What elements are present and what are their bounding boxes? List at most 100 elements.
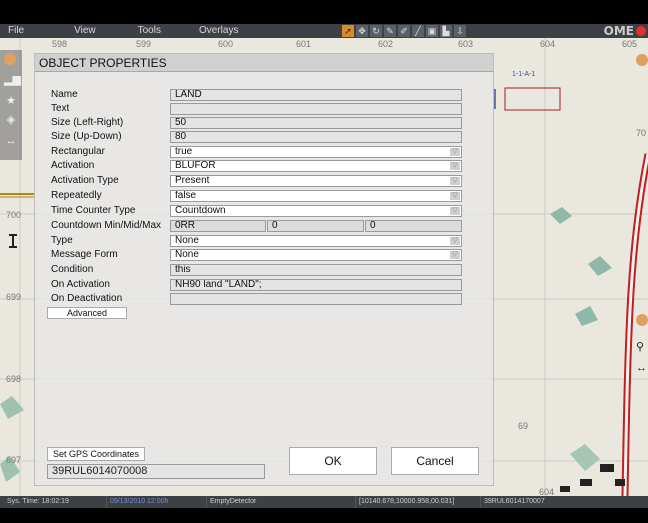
system-time: Sys. Time: 18:02:19: [7, 498, 69, 505]
erase-icon[interactable]: ✐: [398, 25, 410, 37]
chevron-down-icon[interactable]: ▽: [450, 148, 460, 156]
property-label: Condition: [51, 264, 94, 275]
top-black-band: [0, 0, 648, 24]
property-label: Countdown Min/Mid/Max: [51, 220, 162, 231]
property-label: Size (Left-Right): [51, 117, 124, 128]
chevron-down-icon[interactable]: ▽: [450, 177, 460, 185]
time-counter-select[interactable]: Countdown ▽: [170, 205, 462, 217]
on-deactivation-field[interactable]: [170, 293, 462, 305]
repeatedly-select-value: false: [175, 190, 197, 201]
zoom-icon[interactable]: [636, 314, 648, 326]
name-field[interactable]: LAND: [170, 89, 462, 101]
activation-select[interactable]: BLUFOR ▽: [170, 160, 462, 172]
property-row-name: Name LAND: [35, 88, 495, 102]
property-row-time-counter: Time Counter Type Countdown ▽: [35, 204, 495, 218]
line-icon[interactable]: ╱: [412, 25, 424, 37]
grid-label-top: 601: [296, 39, 312, 49]
property-row-text: Text: [35, 102, 495, 116]
grid-label-top: 605: [622, 39, 638, 49]
resize-icon[interactable]: ↔: [4, 134, 18, 148]
compass-icon[interactable]: [636, 54, 648, 66]
chevron-down-icon[interactable]: ▽: [450, 207, 460, 215]
compass-icon[interactable]: [4, 53, 16, 65]
repeatedly-select[interactable]: false ▽: [170, 190, 462, 202]
select-arrow-icon[interactable]: ➚: [342, 25, 354, 37]
property-label: Message Form: [51, 249, 118, 260]
size-up-down-field[interactable]: 80: [170, 131, 462, 143]
countdown-max-field[interactable]: 0: [365, 220, 462, 232]
property-label: Text: [51, 103, 70, 114]
property-label: Activation: [51, 160, 95, 171]
property-label: Name: [51, 89, 78, 100]
property-row-repeatedly: Repeatedly false ▽: [35, 189, 495, 203]
condition-field[interactable]: this: [170, 264, 462, 276]
status-bar: Sys. Time: 18:02:19 09/13/2010 12:00h Em…: [0, 496, 648, 508]
property-row-countdown: Countdown Min/Mid/Max 0RR 0 0: [35, 219, 495, 233]
grid-label-top: 603: [458, 39, 474, 49]
layers-icon[interactable]: ◈: [4, 113, 18, 127]
countdown-mid-field[interactable]: 0: [267, 220, 364, 232]
text-field[interactable]: [170, 103, 462, 115]
on-activation-field[interactable]: NH90 land "LAND";: [170, 279, 462, 291]
size-left-right-field[interactable]: 50: [170, 117, 462, 129]
chevron-down-icon[interactable]: ▽: [450, 237, 460, 245]
mission-date: 09/13/2010 12:00h: [106, 496, 168, 508]
menu-view[interactable]: View: [62, 24, 126, 38]
app-logo: OME: [603, 24, 634, 38]
activation-type-select[interactable]: Present ▽: [170, 175, 462, 187]
menu-tools[interactable]: Tools: [126, 24, 187, 38]
activation-type-select-value: Present: [175, 175, 210, 186]
resize-icon[interactable]: ↔: [636, 362, 647, 374]
unit-marker-label[interactable]: 1-1-A-1: [512, 71, 535, 78]
type-select-value: None: [175, 235, 199, 246]
property-row-size-lr: Size (Left-Right) 50: [35, 116, 495, 130]
star-icon[interactable]: ★: [4, 94, 18, 108]
activation-select-value: BLUFOR: [175, 160, 216, 171]
menu-overlays[interactable]: Overlays: [187, 24, 250, 38]
advanced-button[interactable]: Advanced: [47, 307, 127, 319]
property-label: Rectangular: [51, 146, 105, 157]
property-row-size-ud: Size (Up-Down) 80: [35, 130, 495, 144]
message-form-select[interactable]: None ▽: [170, 249, 462, 261]
export-icon[interactable]: ⇩: [454, 25, 466, 37]
ok-button[interactable]: OK: [289, 447, 377, 475]
move-icon[interactable]: ✥: [356, 25, 368, 37]
type-select[interactable]: None ▽: [170, 235, 462, 247]
menu-file[interactable]: File: [0, 24, 62, 38]
property-label: Size (Up-Down): [51, 131, 122, 142]
grid-label-left: 698: [6, 374, 22, 384]
property-row-activation: Activation BLUFOR ▽: [35, 159, 495, 173]
property-row-type: Type None ▽: [35, 234, 495, 248]
countdown-min-field[interactable]: 0RR: [170, 220, 266, 232]
grid-label-top: 599: [136, 39, 152, 49]
property-row-on-deactivation: On Deactivation: [35, 292, 495, 306]
time-counter-select-value: Countdown: [175, 205, 226, 216]
property-label: On Activation: [51, 279, 110, 290]
dialog-title: OBJECT PROPERTIES: [35, 54, 493, 72]
record-dot-icon: [636, 26, 646, 36]
chart-icon[interactable]: ▂▆: [4, 73, 21, 87]
draw-icon[interactable]: ✎: [384, 25, 396, 37]
chevron-down-icon[interactable]: ▽: [450, 162, 460, 170]
grid-label-left: 697: [6, 455, 22, 465]
property-row-activation-type: Activation Type Present ▽: [35, 174, 495, 188]
rectangular-select[interactable]: true ▽: [170, 146, 462, 158]
chevron-down-icon[interactable]: ▽: [450, 251, 460, 259]
right-tool-strip: ⚲ ↔: [634, 50, 648, 410]
chevron-down-icon[interactable]: ▽: [450, 192, 460, 200]
set-gps-button[interactable]: Set GPS Coordinates: [47, 447, 145, 461]
property-label: On Deactivation: [51, 293, 123, 304]
measure-icon[interactable]: ▙: [440, 25, 452, 37]
map-toolbar: ➚ ✥ ↻ ✎ ✐ ╱ ▣ ▙ ⇩: [342, 25, 466, 37]
map-number-label: 69: [518, 421, 529, 431]
area-icon[interactable]: ▣: [426, 25, 438, 37]
message-form-select-value: None: [175, 249, 199, 260]
cancel-button[interactable]: Cancel: [391, 447, 479, 475]
grid-label-top: 602: [378, 39, 394, 49]
rectangular-select-value: true: [175, 146, 193, 157]
property-label: Activation Type: [51, 175, 119, 186]
gps-coordinates-field[interactable]: 39RUL6014070008: [47, 464, 265, 479]
object-properties-dialog: OBJECT PROPERTIES Name LAND Text Size (L…: [34, 53, 494, 486]
rotate-icon[interactable]: ↻: [370, 25, 382, 37]
search-icon[interactable]: ⚲: [636, 340, 644, 353]
